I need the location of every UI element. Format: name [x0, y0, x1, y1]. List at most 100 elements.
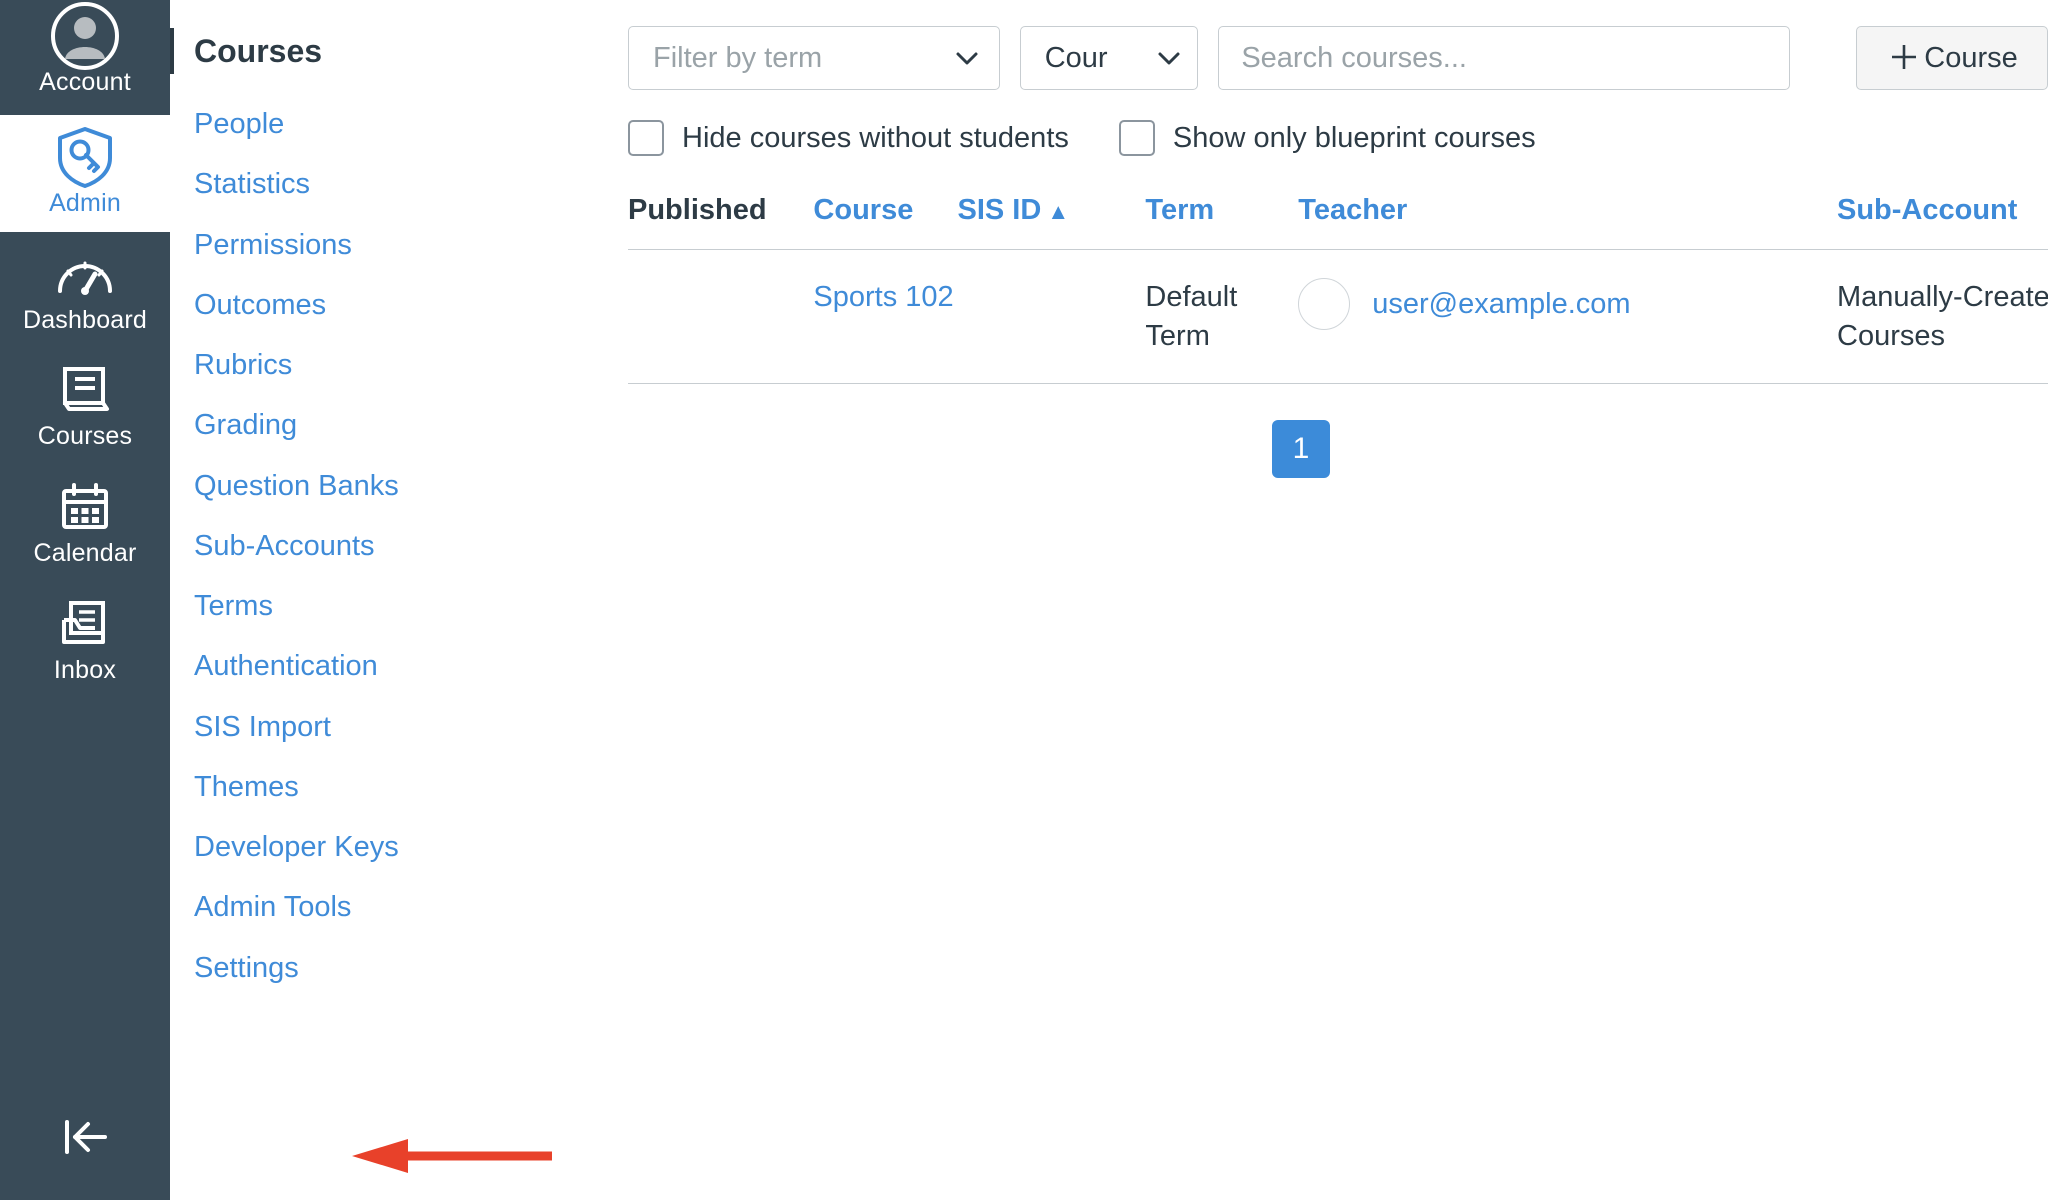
plus-icon [1886, 39, 1922, 78]
context-navigation: Courses People Statistics Permissions Ou… [170, 0, 588, 1200]
sidebar-item-settings[interactable]: Settings [170, 938, 588, 998]
add-course-button[interactable]: Course [1856, 26, 2048, 90]
search-scope-select[interactable]: Cour [1020, 26, 1199, 90]
global-nav-label: Dashboard [23, 306, 147, 335]
global-nav-item-calendar[interactable]: Calendar [0, 465, 170, 582]
term-filter-value: Filter by term [653, 42, 822, 75]
main-content: Filter by term Cour [588, 0, 2048, 1200]
table-head: Published Course SIS ID▲ Term Teacher Su… [628, 194, 2048, 250]
courses-toolbar: Filter by term Cour [588, 26, 2048, 90]
chevron-down-icon [1155, 44, 1183, 72]
active-indicator-bar [170, 28, 174, 74]
shield-key-icon [55, 131, 115, 183]
courses-table: Published Course SIS ID▲ Term Teacher Su… [628, 194, 2048, 384]
sidebar-item-authentication[interactable]: Authentication [170, 636, 588, 696]
list-item: Terms [170, 576, 588, 636]
courses-table-container: Published Course SIS ID▲ Term Teacher Su… [588, 194, 2048, 384]
context-nav-heading: Courses [170, 28, 588, 74]
list-item: Statistics [170, 154, 588, 214]
list-item: Admin Tools [170, 877, 588, 937]
sidebar-item-rubrics[interactable]: Rubrics [170, 335, 588, 395]
list-item: Settings [170, 938, 588, 998]
column-header-teacher[interactable]: Teacher [1298, 194, 1837, 250]
sidebar-item-terms[interactable]: Terms [170, 576, 588, 636]
list-item: Outcomes [170, 275, 588, 335]
list-item: Permissions [170, 215, 588, 275]
global-nav-item-account[interactable]: Account [0, 0, 170, 115]
column-header-published: Published [628, 194, 813, 250]
course-link[interactable]: Sports 102 [813, 281, 953, 313]
nav-collapse-container [0, 1108, 170, 1200]
cell-published [628, 250, 813, 384]
search-input[interactable] [1241, 42, 1767, 75]
list-item: SIS Import [170, 697, 588, 757]
add-course-label: Course [1924, 42, 2018, 75]
list-item: Rubrics [170, 335, 588, 395]
list-item: Sub-Accounts [170, 516, 588, 576]
calendar-icon [58, 481, 112, 533]
context-nav-list: People Statistics Permissions Outcomes R… [170, 94, 588, 998]
sidebar-item-admin-tools[interactable]: Admin Tools [170, 877, 588, 937]
global-nav-item-dashboard[interactable]: Dashboard [0, 232, 170, 349]
global-nav-item-admin[interactable]: Admin [0, 115, 170, 232]
table-row: Sports 102 Default Term user@example.com… [628, 250, 2048, 384]
avatar [1298, 278, 1350, 330]
global-nav-label: Calendar [33, 539, 136, 568]
global-nav-label: Account [39, 68, 131, 97]
sidebar-item-permissions[interactable]: Permissions [170, 215, 588, 275]
chevron-down-icon [953, 44, 981, 72]
global-navigation: Account Admin Dashboard [0, 0, 170, 1200]
user-avatar-icon [50, 10, 120, 62]
checkbox-label: Hide courses without students [682, 122, 1069, 155]
list-item: Grading [170, 395, 588, 455]
global-nav-item-inbox[interactable]: Inbox [0, 582, 170, 699]
sidebar-item-sis-import[interactable]: SIS Import [170, 697, 588, 757]
cell-sis-id [958, 250, 1146, 384]
sidebar-item-statistics[interactable]: Statistics [170, 154, 588, 214]
global-nav-label: Inbox [54, 656, 116, 685]
column-header-sis-id-label: SIS ID [958, 194, 1042, 226]
hide-courses-without-students-checkbox[interactable]: Hide courses without students [628, 120, 1069, 156]
search-courses-container[interactable] [1218, 26, 1790, 90]
pagination-page-1[interactable]: 1 [1272, 420, 1330, 478]
sort-ascending-icon: ▲ [1047, 199, 1069, 224]
column-header-term[interactable]: Term [1145, 194, 1298, 250]
inbox-tray-icon [58, 598, 112, 650]
sidebar-item-themes[interactable]: Themes [170, 757, 588, 817]
column-header-sub-account[interactable]: Sub-Account [1837, 194, 2048, 250]
filters-row: Hide courses without students Show only … [588, 120, 2048, 156]
page-title: Courses [194, 28, 322, 74]
pagination: 1 [588, 420, 2048, 478]
list-item: Developer Keys [170, 817, 588, 877]
canvas-admin-courses-page: Account Admin Dashboard [0, 0, 2048, 1200]
sidebar-item-question-banks[interactable]: Question Banks [170, 456, 588, 516]
collapse-left-icon[interactable] [47, 1108, 123, 1166]
column-header-sis-id[interactable]: SIS ID▲ [958, 194, 1146, 250]
global-nav-label: Courses [38, 422, 133, 451]
checkbox-box-icon [1119, 120, 1155, 156]
teacher-link[interactable]: user@example.com [1372, 285, 1630, 324]
list-item: Authentication [170, 636, 588, 696]
sidebar-item-grading[interactable]: Grading [170, 395, 588, 455]
cell-course: Sports 102 [813, 250, 957, 384]
dashboard-gauge-icon [54, 248, 116, 300]
cell-teacher: user@example.com [1298, 250, 1837, 384]
global-nav-item-courses[interactable]: Courses [0, 348, 170, 465]
sidebar-item-outcomes[interactable]: Outcomes [170, 275, 588, 335]
search-scope-value: Cour [1045, 42, 1108, 75]
courses-book-icon [58, 364, 112, 416]
show-only-blueprint-courses-checkbox[interactable]: Show only blueprint courses [1119, 120, 1536, 156]
sidebar-item-people[interactable]: People [170, 94, 588, 154]
table-body: Sports 102 Default Term user@example.com… [628, 250, 2048, 384]
cell-sub-account: Manually-Created Courses [1837, 250, 2048, 384]
sidebar-item-developer-keys[interactable]: Developer Keys [170, 817, 588, 877]
list-item: Question Banks [170, 456, 588, 516]
checkbox-box-icon [628, 120, 664, 156]
cell-term: Default Term [1145, 250, 1298, 384]
list-item: Themes [170, 757, 588, 817]
term-filter-select[interactable]: Filter by term [628, 26, 1000, 90]
column-header-course[interactable]: Course [813, 194, 957, 250]
global-nav-label: Admin [49, 189, 121, 218]
sidebar-item-sub-accounts[interactable]: Sub-Accounts [170, 516, 588, 576]
table-header-row: Published Course SIS ID▲ Term Teacher Su… [628, 194, 2048, 250]
